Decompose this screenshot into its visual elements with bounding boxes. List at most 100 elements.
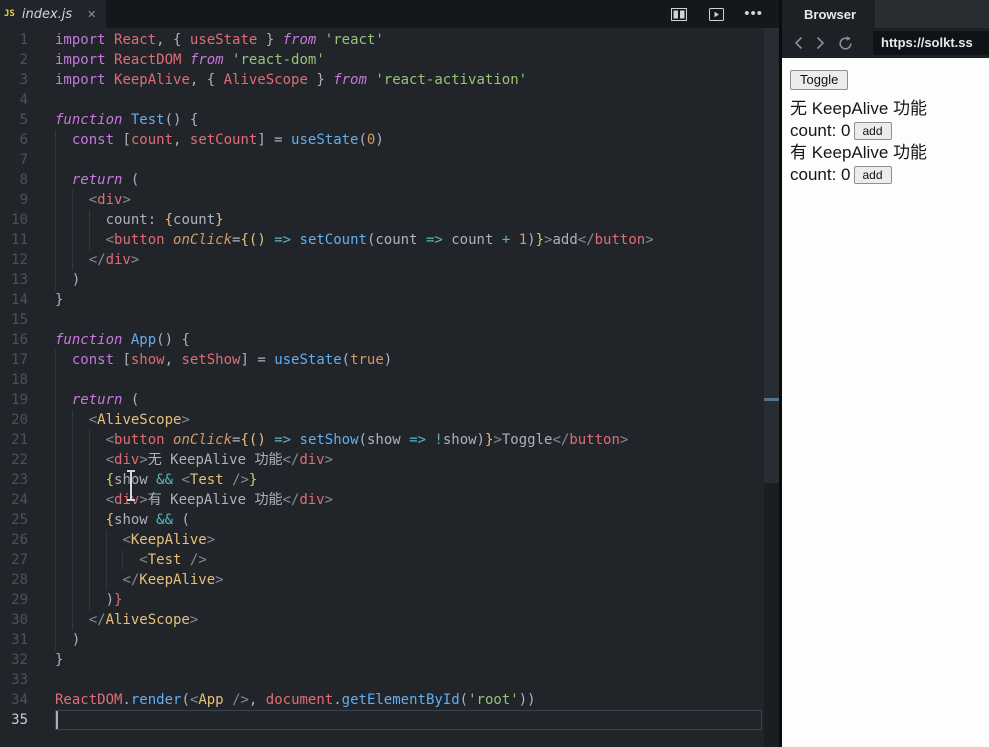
code-line[interactable]: 13 ) bbox=[0, 270, 779, 290]
line-number: 1 bbox=[19, 32, 28, 48]
line-number: 16 bbox=[11, 332, 28, 348]
editor-tab-bar: JS index.js ✕ ••• bbox=[0, 0, 779, 28]
code-line[interactable]: 28 </KeepAlive> bbox=[0, 570, 779, 590]
tab-bar-spacer bbox=[106, 0, 670, 28]
code-line[interactable]: 1 import React, { useState } from 'react' bbox=[0, 30, 779, 50]
code-line[interactable]: 32} bbox=[0, 650, 779, 670]
editor-actions: ••• bbox=[670, 0, 763, 28]
code-line[interactable]: 23 {show && <Test />} bbox=[0, 470, 779, 490]
browser-pane: Browser https://solkt.ss Toggle 无 KeepAli… bbox=[782, 0, 989, 747]
line-number: 18 bbox=[11, 372, 28, 388]
open-preview-icon[interactable] bbox=[707, 5, 725, 23]
code-line[interactable]: 6 const [count, setCount] = useState(0) bbox=[0, 130, 779, 150]
code-line[interactable]: 14} bbox=[0, 290, 779, 310]
browser-tab-bar: Browser bbox=[782, 0, 989, 28]
refresh-arrow-icon[interactable] bbox=[838, 35, 853, 51]
line-number: 8 bbox=[19, 172, 28, 188]
url-bar[interactable]: https://solkt.ss bbox=[873, 31, 989, 55]
code-line[interactable]: 29 )} bbox=[0, 590, 779, 610]
line-number: 31 bbox=[11, 632, 28, 648]
line-number: 33 bbox=[11, 672, 28, 688]
toggle-button[interactable]: Toggle bbox=[790, 70, 849, 90]
line-number: 3 bbox=[19, 72, 28, 88]
line-number: 34 bbox=[11, 692, 28, 708]
close-tab-icon[interactable]: ✕ bbox=[87, 8, 96, 21]
line-number: 29 bbox=[11, 592, 28, 608]
browser-nav-bar: https://solkt.ss bbox=[782, 28, 989, 58]
code-line[interactable]: 34 ReactDOM.render(<App />, document.getE… bbox=[0, 690, 779, 710]
editor-scrollbar[interactable] bbox=[764, 28, 779, 747]
line-number: 6 bbox=[19, 132, 28, 148]
line-number: 11 bbox=[11, 232, 28, 248]
line-number: 32 bbox=[11, 652, 28, 668]
editor-pane: JS index.js ✕ ••• 1 import React, {useS… bbox=[0, 0, 779, 747]
line-number: 14 bbox=[11, 292, 28, 308]
code-line[interactable]: 18 bbox=[0, 370, 779, 390]
line-number: 26 bbox=[11, 532, 28, 548]
code-line[interactable]: 7 bbox=[0, 150, 779, 170]
line-number: 13 bbox=[11, 272, 28, 288]
code-line[interactable]: 27 <Test /> bbox=[0, 550, 779, 570]
code-line[interactable]: 26 <KeepAlive> bbox=[0, 530, 779, 550]
more-options-icon[interactable]: ••• bbox=[744, 6, 763, 21]
line-number: 4 bbox=[19, 92, 28, 108]
count-value: count: 0 bbox=[790, 121, 851, 140]
code-line[interactable]: 8 return ( bbox=[0, 170, 779, 190]
code-line[interactable]: 9 <div> bbox=[0, 190, 779, 210]
code-line[interactable]: 22 <div>无 KeepAlive 功能</div> bbox=[0, 450, 779, 470]
app-window: JS index.js ✕ ••• 1 import React, {useS… bbox=[0, 0, 989, 747]
code-line[interactable]: 19 return ( bbox=[0, 390, 779, 410]
code-line[interactable]: 16 function App() { bbox=[0, 330, 779, 350]
line-number: 17 bbox=[11, 352, 28, 368]
line-number: 12 bbox=[11, 252, 28, 268]
code-editor[interactable]: 1 import React, { useState } from 'react'… bbox=[0, 28, 779, 747]
count-row: count: 0 add bbox=[790, 164, 981, 186]
add-button[interactable]: add bbox=[853, 122, 892, 140]
line-number: 30 bbox=[11, 612, 28, 628]
code-line[interactable]: 2 import ReactDOM from 'react-dom' bbox=[0, 50, 779, 70]
tab-filename: index.js bbox=[21, 6, 73, 22]
code-line[interactable]: 30 </AliveScope> bbox=[0, 610, 779, 630]
line-number: 20 bbox=[11, 412, 28, 428]
code-line[interactable]: 12 </div> bbox=[0, 250, 779, 270]
line-number: 21 bbox=[11, 432, 28, 448]
add-button[interactable]: add bbox=[853, 166, 892, 184]
preview-text: 有 KeepAlive 功能 bbox=[790, 143, 927, 162]
line-number: 23 bbox=[11, 472, 28, 488]
code-line[interactable]: 33 bbox=[0, 670, 779, 690]
code-line[interactable]: 15 bbox=[0, 310, 779, 330]
tab-browser[interactable]: Browser bbox=[782, 0, 875, 28]
code-line[interactable]: 21 <button onClick={() => setShow(show =… bbox=[0, 430, 779, 450]
code-line[interactable]: 11 <button onClick={() => setCount(count… bbox=[0, 230, 779, 250]
code-line[interactable]: 20 <AliveScope> bbox=[0, 410, 779, 430]
code-line[interactable]: 25 {show && ( bbox=[0, 510, 779, 530]
code-line[interactable]: 24 <div>有 KeepAlive 功能</div> bbox=[0, 490, 779, 510]
line-number: 2 bbox=[19, 52, 28, 68]
line-number: 7 bbox=[19, 152, 28, 168]
code-lines: 1 import React, { useState } from 'react'… bbox=[0, 30, 779, 730]
line-number: 5 bbox=[19, 112, 28, 128]
scrollbar-thumb[interactable] bbox=[764, 28, 779, 483]
line-number: 27 bbox=[11, 552, 28, 568]
code-line[interactable]: 35 bbox=[0, 710, 779, 730]
browser-content: Toggle 无 KeepAlive 功能 count: 0 add 有 KeepAli… bbox=[782, 58, 989, 747]
code-line[interactable]: 10 count: {count} bbox=[0, 210, 779, 230]
code-line[interactable]: 3 import KeepAlive, { AliveScope } from '… bbox=[0, 70, 779, 90]
javascript-file-icon: JS bbox=[4, 9, 15, 19]
tab-index-js[interactable]: JS index.js ✕ bbox=[0, 0, 107, 28]
code-line[interactable]: 31 ) bbox=[0, 630, 779, 650]
line-number: 10 bbox=[11, 212, 28, 228]
preview-text: 无 KeepAlive 功能 bbox=[790, 99, 927, 118]
split-editor-icon[interactable] bbox=[670, 5, 688, 23]
line-number: 19 bbox=[11, 392, 28, 408]
count-row: count: 0 add bbox=[790, 120, 981, 142]
forward-chevron-icon[interactable] bbox=[816, 36, 825, 50]
count-value: count: 0 bbox=[790, 165, 851, 184]
scrollbar-cursor-marker bbox=[764, 398, 779, 401]
line-number: 15 bbox=[11, 312, 28, 328]
back-chevron-icon[interactable] bbox=[794, 36, 803, 50]
code-line[interactable]: 17 const [show, setShow] = useState(true… bbox=[0, 350, 779, 370]
code-line[interactable]: 4 bbox=[0, 90, 779, 110]
code-line[interactable]: 5 function Test() { bbox=[0, 110, 779, 130]
line-number: 9 bbox=[19, 192, 28, 208]
